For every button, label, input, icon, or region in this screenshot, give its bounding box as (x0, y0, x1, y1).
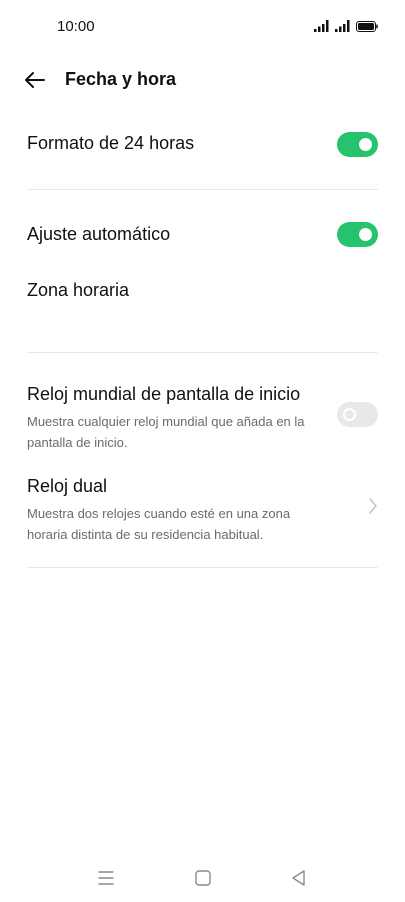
setting-dual-clock-label: Reloj dual (27, 476, 108, 496)
divider (27, 567, 378, 568)
setting-24h-format[interactable]: Formato de 24 horas (27, 133, 378, 154)
status-icons (314, 20, 378, 32)
chevron-right-icon[interactable] (368, 497, 378, 515)
setting-auto-adjust[interactable]: Ajuste automático (27, 224, 378, 245)
app-header: Fecha y hora (0, 58, 405, 102)
toggle-knob (343, 408, 356, 421)
setting-dual-clock-description: Muestra dos relojes cuando esté en una z… (27, 506, 291, 542)
setting-world-clock-description: Muestra cualquier reloj mundial que añad… (27, 414, 305, 450)
status-bar: 10:00 (0, 0, 405, 52)
navigation-bar (0, 858, 405, 898)
signal-icon (335, 20, 350, 32)
toggle-world-clock[interactable] (337, 402, 378, 427)
setting-auto-adjust-label: Ajuste automático (27, 224, 171, 244)
signal-icon (314, 20, 329, 32)
toggle-knob (359, 228, 372, 241)
status-time: 10:00 (57, 18, 95, 35)
setting-world-clock[interactable]: Reloj mundial de pantalla de inicio Mues… (27, 384, 378, 453)
battery-icon (356, 20, 378, 32)
toggle-auto-adjust[interactable] (337, 222, 378, 247)
back-icon[interactable] (289, 868, 309, 888)
setting-world-clock-label: Reloj mundial de pantalla de inicio (27, 384, 301, 404)
setting-24h-format-label: Formato de 24 horas (27, 133, 195, 153)
home-icon[interactable] (193, 868, 213, 888)
setting-dual-clock[interactable]: Reloj dual Muestra dos relojes cuando es… (27, 476, 378, 545)
divider (27, 189, 378, 190)
setting-time-zone-label: Zona horaria (27, 280, 130, 300)
divider (27, 352, 378, 353)
toggle-knob (359, 138, 372, 151)
page-title: Fecha y hora (65, 69, 177, 89)
back-arrow-icon[interactable] (22, 67, 48, 93)
toggle-24h-format[interactable] (337, 132, 378, 157)
setting-time-zone[interactable]: Zona horaria (27, 280, 378, 301)
menu-icon[interactable] (96, 868, 116, 888)
